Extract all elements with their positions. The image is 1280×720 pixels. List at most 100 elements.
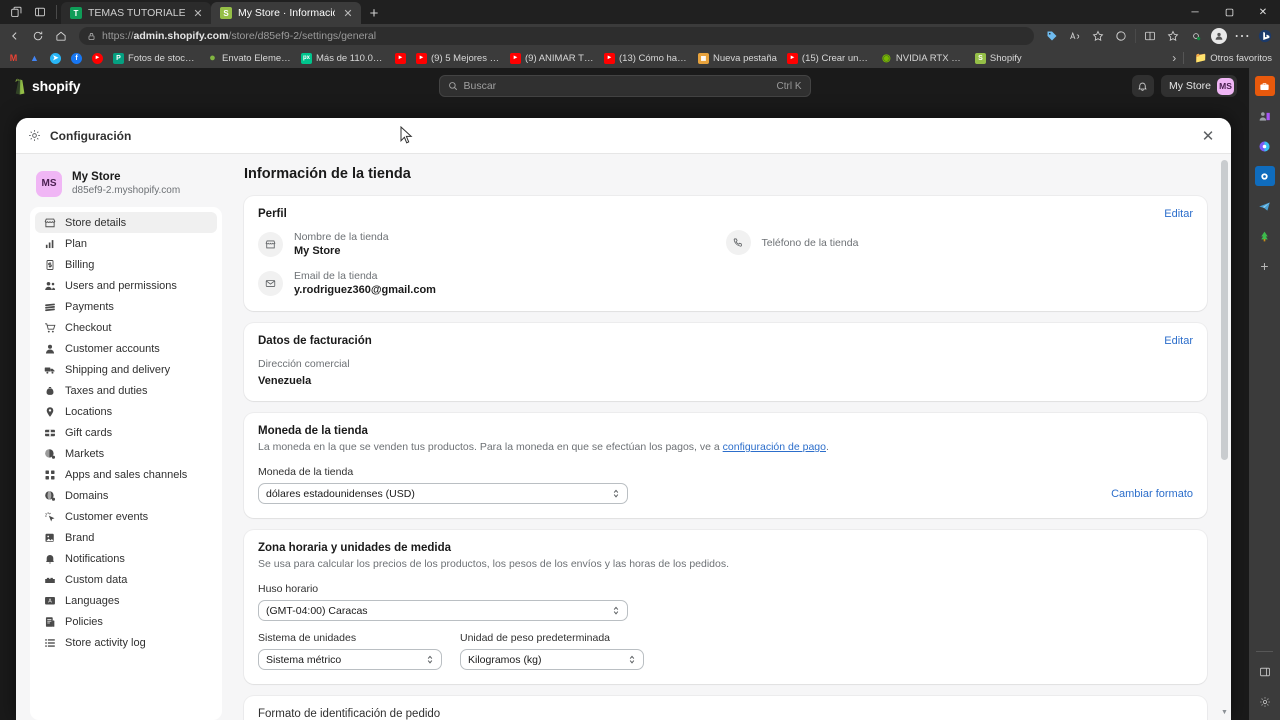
- bookmark-nvidia[interactable]: ◉ NVIDIA RTX Voice:...: [877, 52, 969, 65]
- bookmark-efectos[interactable]: px Más de 110.000 efe...: [297, 52, 389, 65]
- tree-icon[interactable]: [1255, 226, 1275, 246]
- sidebar-item-markets[interactable]: Markets: [35, 443, 217, 464]
- bookmarks-overflow-chevron[interactable]: ›: [1172, 51, 1176, 65]
- add-icon[interactable]: +: [1255, 256, 1275, 276]
- scroll-down-arrow-icon[interactable]: ▼: [1221, 709, 1228, 716]
- other-favorites-folder[interactable]: 📁 Otros favoritos: [1191, 52, 1276, 65]
- avatar: MS: [1217, 77, 1234, 95]
- bookmark-youtube-2[interactable]: ►: [391, 52, 410, 65]
- rail-settings-icon[interactable]: [1255, 692, 1275, 712]
- bing-icon[interactable]: [1254, 26, 1276, 46]
- scrollbar-thumb[interactable]: [1221, 160, 1228, 460]
- sidebar-item-languages[interactable]: A Languages: [35, 590, 217, 611]
- sidebar-item-gift-cards[interactable]: Gift cards: [35, 422, 217, 443]
- sidebar-item-apps-and-sales-channels[interactable]: Apps and sales channels: [35, 464, 217, 485]
- more-options-icon[interactable]: ⋯: [1231, 26, 1253, 46]
- browser-tab-1[interactable]: T TEMAS TUTORIALES YONATHAN ✕: [61, 2, 211, 24]
- profile-edit-link[interactable]: Editar: [1164, 208, 1193, 220]
- envelope-icon: [258, 270, 283, 296]
- sidebar-item-store-details[interactable]: Store details: [35, 212, 217, 233]
- office-icon[interactable]: [1255, 136, 1275, 156]
- bookmark-shopify[interactable]: S Shopify: [971, 52, 1026, 65]
- address-bar[interactable]: https://admin.shopify.com/store/d85ef9-2…: [79, 27, 1034, 45]
- bookmark-gmail[interactable]: M: [4, 52, 23, 65]
- payment-settings-link[interactable]: configuración de pago: [723, 441, 826, 453]
- telegram-icon[interactable]: [1255, 196, 1275, 216]
- sidebar-store-header[interactable]: MS My Store d85ef9-2.myshopify.com: [30, 168, 222, 197]
- sidebar-item-custom-data[interactable]: Custom data: [35, 569, 217, 590]
- bookmark-label: Nueva pestaña: [713, 52, 777, 64]
- change-format-link[interactable]: Cambiar formato: [1111, 488, 1193, 500]
- new-tab-button[interactable]: +: [361, 2, 387, 24]
- sidebar-item-taxes-and-duties[interactable]: Taxes and duties: [35, 380, 217, 401]
- bookmarks-overflow: › 📁 Otros favoritos: [1172, 51, 1276, 65]
- browser-tab-2[interactable]: S My Store · Información de la tien ✕: [211, 2, 361, 24]
- sidebar-item-customer-accounts[interactable]: Customer accounts: [35, 338, 217, 359]
- chevron-updown-icon: [426, 654, 434, 665]
- bookmark-label: (9) ANIMAR TEXTO...: [525, 52, 594, 64]
- weight-unit-select[interactable]: Kilogramos (kg): [460, 649, 644, 670]
- contacts-icon[interactable]: [1255, 106, 1275, 126]
- currency-select[interactable]: dólares estadounidenses (USD): [258, 483, 628, 504]
- store-email-value: y.rodriguez360@gmail.com: [294, 284, 436, 296]
- sidebar-item-policies[interactable]: Policies: [35, 611, 217, 632]
- sidebar-item-payments[interactable]: Payments: [35, 296, 217, 317]
- browser-essentials-icon[interactable]: [1185, 26, 1207, 46]
- content-scrollbar[interactable]: ▼: [1221, 160, 1228, 716]
- bookmark-youtube-1[interactable]: ►: [88, 52, 107, 65]
- sidebar-item-notifications[interactable]: Notifications: [35, 548, 217, 569]
- read-aloud-icon[interactable]: [1064, 26, 1086, 46]
- profile-icon[interactable]: [1208, 26, 1230, 46]
- sidebar-item-plan[interactable]: Plan: [35, 233, 217, 254]
- bookmark-crear-galeria[interactable]: ► (15) Crear una Gale...: [783, 52, 875, 65]
- bookmark-5-mejores[interactable]: ► (9) 5 Mejores EFECT...: [412, 52, 504, 65]
- sidebar-item-customer-events[interactable]: Customer events: [35, 506, 217, 527]
- collections-icon[interactable]: [1162, 26, 1184, 46]
- sidebar-item-billing[interactable]: Billing: [35, 254, 217, 275]
- sidebar-item-domains[interactable]: Domains: [35, 485, 217, 506]
- sidebar-item-store-activity-log[interactable]: Store activity log: [35, 632, 217, 653]
- back-arrow-icon[interactable]: [4, 26, 26, 46]
- sidebar-panel-icon[interactable]: [1255, 662, 1275, 682]
- shopify-logo[interactable]: shopify: [12, 78, 81, 95]
- tab-close-icon[interactable]: ✕: [191, 6, 205, 20]
- bookmark-label: Fotos de stock grati...: [128, 52, 197, 64]
- bookmark-nueva-pestana[interactable]: ▦ Nueva pestaña: [694, 52, 781, 65]
- notification-bell-icon[interactable]: [1131, 75, 1154, 97]
- briefcase-icon[interactable]: [1254, 76, 1275, 96]
- sidebar-item-brand[interactable]: Brand: [35, 527, 217, 548]
- bookmark-animar-texto[interactable]: ► (9) ANIMAR TEXTO...: [506, 52, 598, 65]
- sidebar-item-users-and-permissions[interactable]: Users and permissions: [35, 275, 217, 296]
- bookmark-envato[interactable]: ● Envato Elements: vi...: [203, 52, 295, 65]
- tag-icon[interactable]: [1041, 26, 1063, 46]
- bookmark-drive[interactable]: ▲: [25, 52, 44, 65]
- maximize-button[interactable]: [1212, 0, 1246, 24]
- refresh-arrow-icon[interactable]: [27, 26, 49, 46]
- minimize-button[interactable]: ─: [1178, 0, 1212, 24]
- split-screen-icon[interactable]: [1139, 26, 1161, 46]
- bookmark-como-hacer[interactable]: ► (13) Cómo hacer el...: [600, 52, 692, 65]
- store-name-field: Nombre de la tienda My Store: [258, 230, 726, 258]
- store-switcher-button[interactable]: My Store MS: [1160, 75, 1237, 97]
- outlook-icon[interactable]: [1254, 166, 1275, 186]
- home-icon[interactable]: [50, 26, 72, 46]
- bookmark-fotos-stock[interactable]: P Fotos de stock grati...: [109, 52, 201, 65]
- close-button[interactable]: ✕: [1246, 0, 1280, 24]
- unit-system-label: Sistema de unidades: [258, 632, 357, 644]
- bookmark-facebook[interactable]: f: [67, 52, 86, 65]
- tab-search-icon[interactable]: [28, 0, 52, 24]
- favorite-star-icon[interactable]: [1087, 26, 1109, 46]
- sidebar-item-checkout[interactable]: Checkout: [35, 317, 217, 338]
- sidebar-store-domain: d85ef9-2.myshopify.com: [72, 185, 181, 196]
- close-icon[interactable]: ✕: [1197, 125, 1219, 147]
- shopify-search-bar[interactable]: Buscar Ctrl K: [438, 75, 811, 97]
- timezone-select[interactable]: (GMT-04:00) Caracas: [258, 600, 628, 621]
- tab-close-icon[interactable]: ✕: [341, 6, 355, 20]
- sidebar-item-locations[interactable]: Locations: [35, 401, 217, 422]
- unit-system-select[interactable]: Sistema métrico: [258, 649, 442, 670]
- copilot-icon[interactable]: [1110, 26, 1132, 46]
- bookmark-telegram[interactable]: ➤: [46, 52, 65, 65]
- tab-actions-icon[interactable]: [4, 0, 28, 24]
- billing-edit-link[interactable]: Editar: [1164, 335, 1193, 347]
- sidebar-item-shipping-and-delivery[interactable]: Shipping and delivery: [35, 359, 217, 380]
